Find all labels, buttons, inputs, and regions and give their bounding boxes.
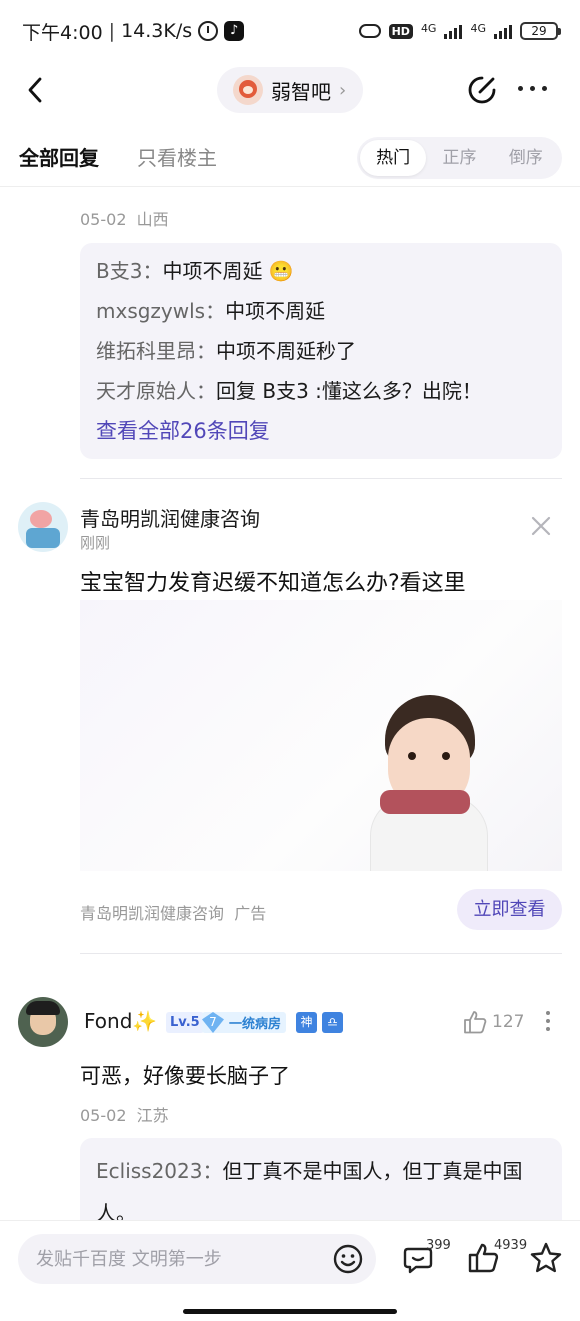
comment-more-icon[interactable] — [546, 1011, 550, 1031]
star-icon[interactable] — [529, 1241, 563, 1275]
alarm-icon — [198, 21, 219, 41]
view-all-replies-link[interactable]: 查看全部26条回复 — [96, 411, 546, 451]
sub-reply-colon: ： — [202, 1159, 223, 1183]
ad-image-eye — [442, 752, 450, 760]
status-separator: | — [108, 20, 116, 42]
diamond-icon: 7 — [202, 1012, 224, 1033]
status-time: 下午4:00 — [22, 21, 103, 44]
sub-reply-colon: ： — [196, 379, 216, 403]
sub-reply-text: 中项不周延 — [225, 299, 326, 323]
edit-icon[interactable] — [466, 74, 498, 106]
sub-reply[interactable]: B支3：中项不周延 😬 — [96, 251, 546, 291]
tab-op-only[interactable]: 只看楼主 — [137, 142, 217, 171]
ad-view-now-button[interactable]: 立即查看 — [457, 889, 562, 930]
status-bar: 下午4:00 | 14.3K/s ♪ HD 4G 4G 29 — [0, 0, 580, 62]
comment-meta: 05-02 江苏 — [80, 1102, 169, 1126]
forum-avatar — [233, 75, 263, 105]
more-options-icon[interactable] — [518, 86, 547, 91]
comment-text[interactable]: 可恶，好像要长脑子了 — [80, 1060, 290, 1090]
post-date: 05-02 — [80, 210, 127, 229]
bottom-bar: 399 4939 — [0, 1220, 580, 1321]
reply-input[interactable] — [18, 1234, 308, 1284]
sort-toggle: 热门 正序 倒序 — [357, 137, 562, 179]
sub-reply-author[interactable]: mxsgzywls — [96, 299, 205, 323]
ad-image-eye — [408, 752, 416, 760]
ad-avatar[interactable] — [18, 502, 68, 552]
chevron-right-icon: › — [339, 79, 347, 101]
sort-hot[interactable]: 热门 — [360, 140, 427, 176]
comment-location: 江苏 — [136, 1106, 169, 1125]
divider — [80, 478, 562, 479]
thumbs-count: 4939 — [494, 1238, 528, 1253]
thumbs-up-icon[interactable] — [462, 1009, 488, 1035]
hd-badge: HD — [388, 23, 413, 39]
sub-reply[interactable]: 维拓科里昂：中项不周延秒了 — [96, 331, 546, 371]
sub-reply-author[interactable]: 维拓科里昂 — [96, 339, 196, 363]
sub-reply[interactable]: 天才原始人：回复 B支3 :懂这么多？出院！ — [96, 371, 546, 411]
divider — [80, 953, 562, 954]
signal-icon — [494, 23, 512, 39]
tab-all-replies[interactable]: 全部回复 — [19, 142, 99, 171]
emoji-icon[interactable] — [332, 1243, 364, 1275]
reply-input-container[interactable] — [18, 1234, 376, 1284]
divider — [0, 186, 580, 187]
sub-reply-author[interactable]: 天才原始人 — [96, 379, 196, 403]
close-icon[interactable] — [530, 515, 552, 537]
post-location: 山西 — [136, 210, 169, 229]
rank-badge[interactable]: 7 一统病房 — [202, 1012, 287, 1033]
ad-image-collar — [380, 790, 470, 814]
home-indicator[interactable] — [183, 1309, 397, 1314]
rank-title: 一统病房 — [229, 1017, 282, 1032]
sub-reply-author[interactable]: B支3 — [96, 259, 142, 283]
sort-ascending[interactable]: 正序 — [426, 140, 492, 176]
avatar[interactable] — [18, 997, 68, 1047]
ad-source: 青岛明凯润健康咨询 广告 — [80, 900, 266, 924]
back-arrow-icon[interactable] — [26, 76, 44, 104]
network-label-2: 4G — [470, 22, 486, 35]
forum-entry-button[interactable]: 弱智吧 › — [217, 67, 363, 113]
nav-header: 弱智吧 › — [0, 62, 580, 118]
ad-image[interactable] — [80, 600, 562, 871]
forum-name: 弱智吧 — [271, 79, 331, 104]
network-label-1: 4G — [420, 22, 437, 35]
sub-reply-text: 回复 B支3 :懂这么多？出院！ — [216, 379, 482, 403]
sub-reply-text: 中项不周延 😬 — [162, 259, 294, 283]
tiktok-icon: ♪ — [224, 21, 245, 41]
sub-reply-text: 中项不周延秒了 — [216, 339, 356, 363]
sub-reply-author[interactable]: Ecliss2023 — [96, 1159, 202, 1183]
ad-headline[interactable]: 宝宝智力发育迟缓不知道怎么办?看这里 — [80, 565, 466, 597]
sub-reply[interactable]: mxsgzywls：中项不周延 — [96, 291, 546, 331]
sparkle-icon: ✨ — [132, 1009, 158, 1033]
sort-descending[interactable]: 倒序 — [493, 140, 559, 176]
level-badge[interactable]: Lv.5 — [166, 1012, 204, 1033]
comment-count: 399 — [426, 1238, 451, 1253]
signal-icon — [444, 23, 463, 39]
sub-reply-colon: ： — [196, 339, 216, 363]
ad-tag: 广告 — [234, 904, 267, 923]
ad-time: 刚刚 — [80, 534, 111, 552]
comment-date: 05-02 — [80, 1106, 127, 1125]
ad-source-name: 青岛明凯润健康咨询 — [80, 904, 225, 923]
post-meta: 05-02 山西 — [80, 206, 169, 230]
sub-reply-colon: ： — [142, 259, 163, 283]
comment-author-name[interactable]: Fond — [84, 1009, 132, 1033]
like-count: 127 — [492, 1012, 525, 1032]
link-icon — [358, 24, 381, 38]
battery-icon: 29 — [520, 22, 561, 40]
status-speed: 14.3K/s — [121, 20, 193, 42]
god-badge-icon[interactable]: 神 — [296, 1012, 317, 1033]
comment-author[interactable]: Fond✨ — [84, 1009, 157, 1033]
reply-filter-bar: 全部回复 只看楼主 热门 正序 倒序 — [0, 132, 580, 188]
libra-badge-icon[interactable]: ♎ — [322, 1012, 343, 1033]
ad-author-name[interactable]: 青岛明凯润健康咨询 — [80, 503, 260, 532]
sub-replies-box[interactable]: B支3：中项不周延 😬 mxsgzywls：中项不周延 维拓科里昂：中项不周延秒… — [80, 243, 562, 459]
sub-reply-colon: ： — [205, 299, 226, 323]
